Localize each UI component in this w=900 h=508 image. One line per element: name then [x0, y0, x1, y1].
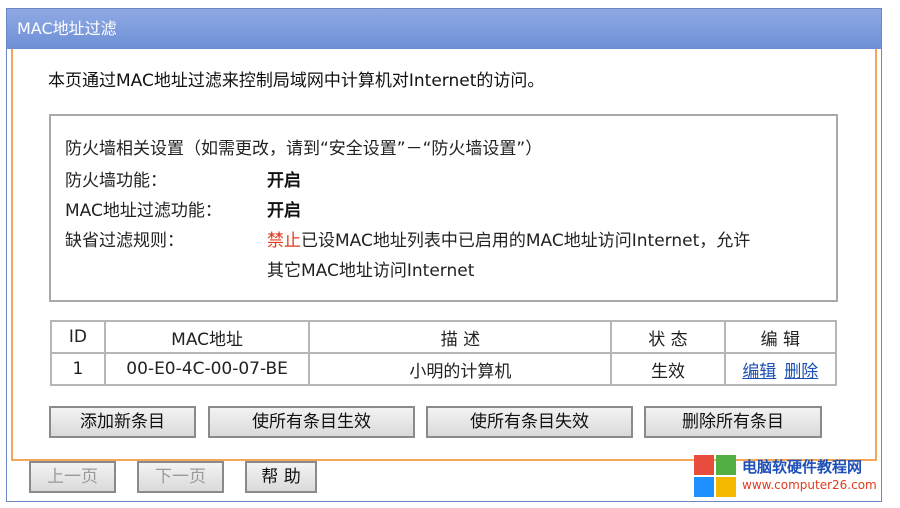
add-entry-button[interactable]: 添加新条目	[49, 406, 196, 438]
delete-link[interactable]: 删除	[784, 362, 818, 382]
firewall-settings-box: 防火墙相关设置（如需更改，请到“安全设置”－“防火墙设置”） 防火墙功能： 开启…	[49, 114, 838, 302]
mac-filter-function-value: 开启	[267, 201, 301, 221]
mac-filter-function-label: MAC地址过滤功能：	[65, 201, 222, 221]
row-mac: 00-E0-4C-00-07-BE	[103, 352, 311, 386]
default-rule-text: 禁止已设MAC地址列表中已启用的MAC地址访问Internet，允许	[267, 226, 827, 251]
intro-text: 本页通过MAC地址过滤来控制局域网中计算机对Internet的访问。	[48, 71, 545, 91]
header-mac: MAC地址	[103, 320, 311, 354]
table-header-row: ID MAC地址 描 述 状 态 编 辑	[50, 320, 838, 354]
watermark-line2: www.computer26.com	[742, 478, 877, 492]
next-page-button[interactable]: 下一页	[137, 461, 224, 493]
row-actions: 编辑 删除	[723, 352, 838, 386]
default-rule-label: 缺省过滤规则：	[65, 231, 184, 251]
windows-logo-icon	[694, 455, 738, 499]
window-title: MAC地址过滤	[7, 9, 881, 49]
edit-link[interactable]: 编辑	[742, 362, 776, 382]
watermark-line1: 电脑软硬件教程网	[742, 458, 863, 476]
header-status: 状 态	[610, 320, 726, 354]
header-edit: 编 辑	[723, 320, 838, 354]
table-row: 1 00-E0-4C-00-07-BE 小明的计算机 生效 编辑 删除	[50, 352, 838, 386]
enable-all-button[interactable]: 使所有条目生效	[208, 406, 415, 438]
mac-list-table: ID MAC地址 描 述 状 态 编 辑 1 00-E0-4C-00-07-BE…	[50, 320, 838, 386]
row-status: 生效	[610, 352, 726, 386]
firewall-function-label: 防火墙功能：	[65, 171, 167, 191]
delete-all-button[interactable]: 删除所有条目	[644, 406, 822, 438]
header-id: ID	[50, 320, 106, 354]
firewall-heading: 防火墙相关设置（如需更改，请到“安全设置”－“防火墙设置”）	[65, 139, 543, 159]
watermark-logo: 电脑软硬件教程网 www.computer26.com	[694, 452, 894, 502]
default-rule-highlight: 禁止	[267, 231, 301, 251]
default-rule-text-line2: 其它MAC地址访问Internet	[267, 261, 475, 281]
default-rule-text-line1: 已设MAC地址列表中已启用的MAC地址访问Internet，允许	[301, 231, 751, 251]
header-description: 描 述	[308, 320, 613, 354]
prev-page-button[interactable]: 上一页	[29, 461, 116, 493]
help-button[interactable]: 帮 助	[245, 461, 317, 493]
row-id: 1	[50, 352, 106, 386]
firewall-function-value: 开启	[267, 171, 301, 191]
row-description: 小明的计算机	[308, 352, 613, 386]
disable-all-button[interactable]: 使所有条目失效	[426, 406, 633, 438]
